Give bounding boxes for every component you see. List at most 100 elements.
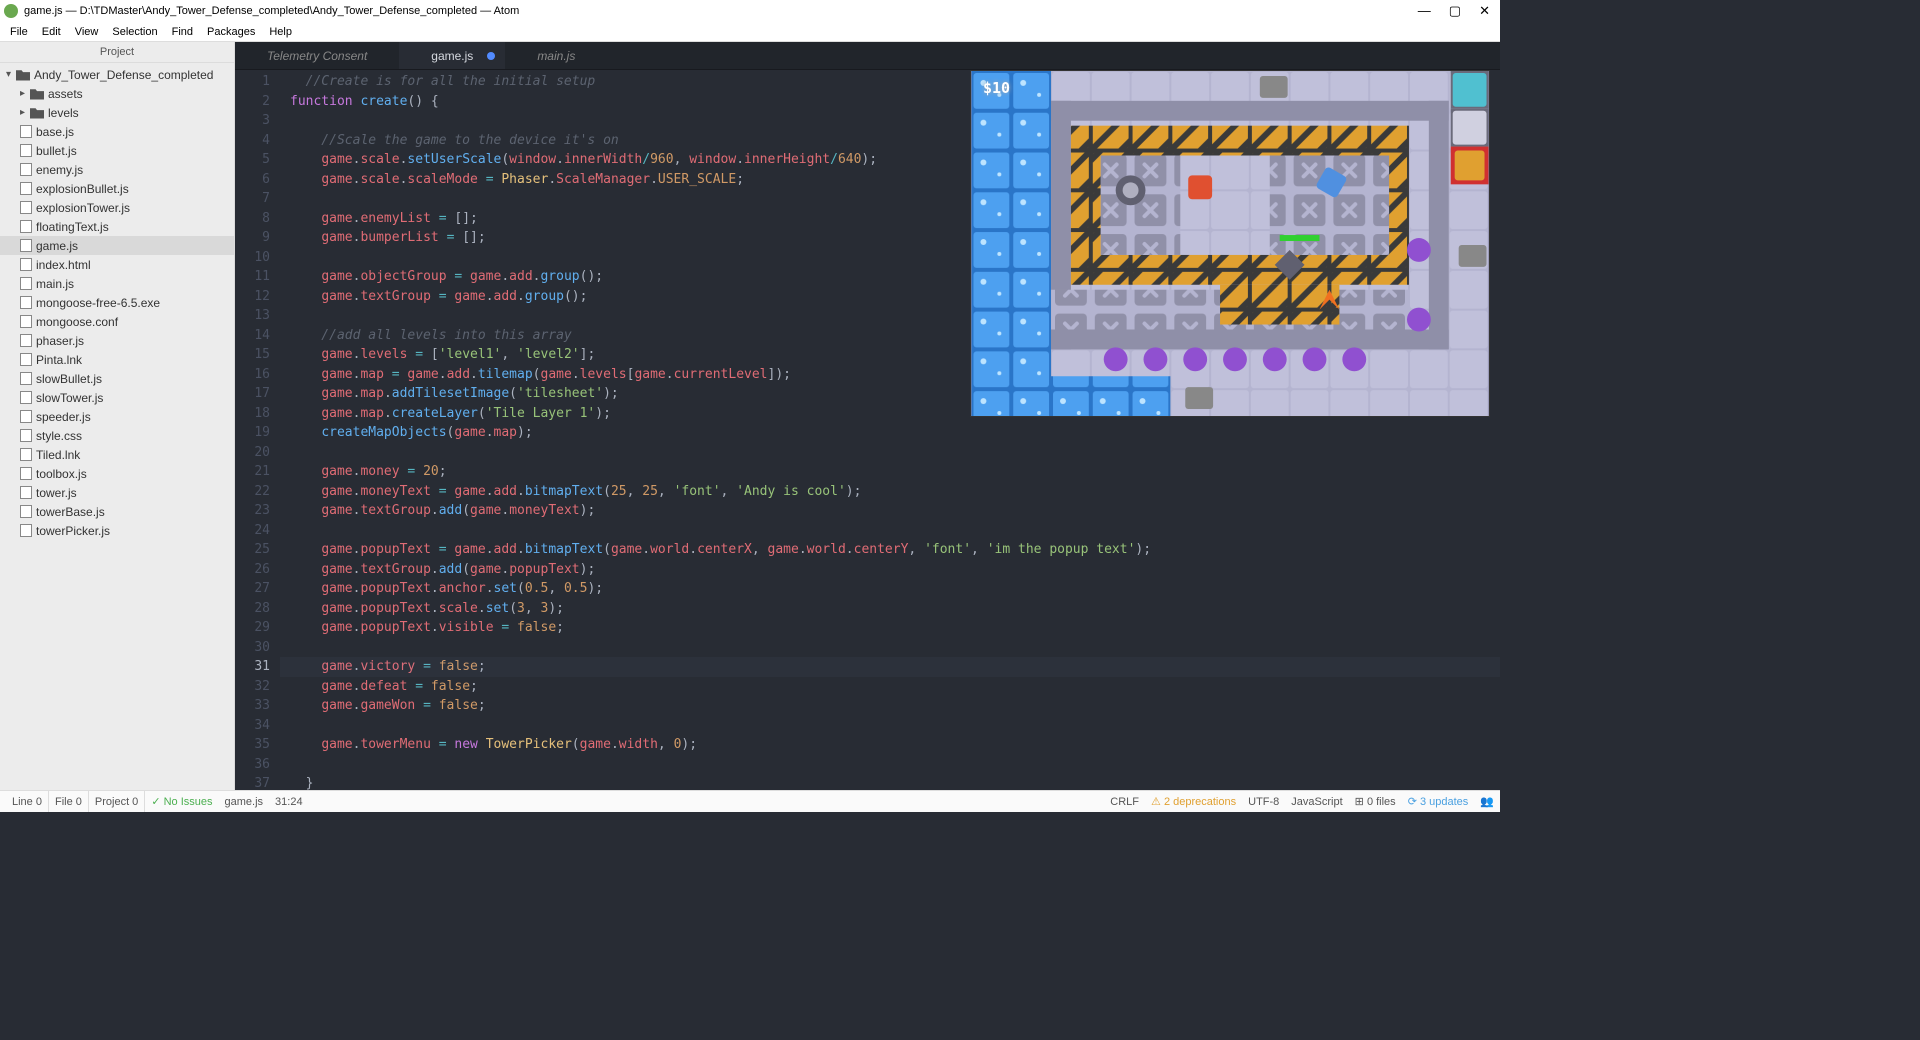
code-line[interactable]: game.gameWon = false;: [290, 696, 1500, 716]
tree-label: slowBullet.js: [36, 372, 102, 386]
file-game-js[interactable]: game.js: [0, 236, 234, 255]
code-line[interactable]: game.popupText.scale.set(3, 3);: [290, 599, 1500, 619]
line-gutter: 1234567891011121314151617181920212223242…: [235, 70, 280, 790]
code-line[interactable]: [290, 521, 1500, 541]
file-towerpicker-js[interactable]: towerPicker.js: [0, 521, 234, 540]
file-tower-js[interactable]: tower.js: [0, 483, 234, 502]
project-sidebar[interactable]: Project ▾Andy_Tower_Defense_completed▸as…: [0, 42, 235, 790]
file-bullet-js[interactable]: bullet.js: [0, 141, 234, 160]
status-deprecations[interactable]: ⚠ 2 deprecations: [1151, 795, 1236, 808]
folder-icon: [16, 69, 30, 81]
code-line[interactable]: [290, 755, 1500, 775]
code-line[interactable]: [290, 716, 1500, 736]
file-icon: [20, 467, 32, 480]
folder-levels[interactable]: ▸levels: [0, 103, 234, 122]
code-line[interactable]: game.towerMenu = new TowerPicker(game.wi…: [290, 735, 1500, 755]
tree-label: mongoose.conf: [36, 315, 118, 329]
file-icon: [20, 391, 32, 404]
app-icon: [4, 4, 18, 18]
file-style-css[interactable]: style.css: [0, 426, 234, 445]
editor-body[interactable]: 1234567891011121314151617181920212223242…: [235, 70, 1500, 790]
tree-label: slowTower.js: [36, 391, 103, 405]
status-eol[interactable]: CRLF: [1110, 796, 1139, 808]
tree-label: Tiled.lnk: [36, 448, 80, 462]
menu-edit[interactable]: Edit: [36, 24, 67, 40]
code-line[interactable]: [290, 443, 1500, 463]
file-icon: [20, 144, 32, 157]
menu-help[interactable]: Help: [263, 24, 298, 40]
status-issues[interactable]: ✓ No Issues: [145, 791, 218, 812]
code-line[interactable]: game.popupText.anchor.set(0.5, 0.5);: [290, 579, 1500, 599]
tree-label: Pinta.lnk: [36, 353, 82, 367]
file-main-js[interactable]: main.js: [0, 274, 234, 293]
file-slowbullet-js[interactable]: slowBullet.js: [0, 369, 234, 388]
code-line[interactable]: game.defeat = false;: [290, 677, 1500, 697]
chevron-icon: ▸: [20, 88, 30, 99]
tree-label: towerPicker.js: [36, 524, 110, 538]
tree-label: speeder.js: [36, 410, 91, 424]
tree-label: enemy.js: [36, 163, 83, 177]
status-updates[interactable]: ⟳ 3 updates: [1408, 795, 1469, 808]
status-file[interactable]: File 0: [49, 791, 89, 812]
file-enemy-js[interactable]: enemy.js: [0, 160, 234, 179]
status-project[interactable]: Project 0: [89, 791, 145, 812]
menu-view[interactable]: View: [69, 24, 105, 40]
folder-assets[interactable]: ▸assets: [0, 84, 234, 103]
code-line[interactable]: game.popupText = game.add.bitmapText(gam…: [290, 540, 1500, 560]
file-slowtower-js[interactable]: slowTower.js: [0, 388, 234, 407]
status-language[interactable]: JavaScript: [1291, 796, 1342, 808]
menu-find[interactable]: Find: [166, 24, 199, 40]
file-towerbase-js[interactable]: towerBase.js: [0, 502, 234, 521]
maximize-button[interactable]: ▢: [1449, 3, 1461, 19]
menu-file[interactable]: File: [4, 24, 34, 40]
file-toolbox-js[interactable]: toolbox.js: [0, 464, 234, 483]
status-filename[interactable]: game.js: [219, 791, 270, 812]
code-line[interactable]: game.money = 20;: [290, 462, 1500, 482]
chevron-icon: ▸: [20, 107, 30, 118]
file-icon: [20, 239, 32, 252]
code-line[interactable]: game.popupText.visible = false;: [290, 618, 1500, 638]
file-explosionbullet-js[interactable]: explosionBullet.js: [0, 179, 234, 198]
editor-region: Telemetry Consentgame.jsmain.js 12345678…: [235, 42, 1500, 790]
close-button[interactable]: ✕: [1479, 3, 1490, 19]
file-base-js[interactable]: base.js: [0, 122, 234, 141]
menu-selection[interactable]: Selection: [106, 24, 163, 40]
code-line[interactable]: [290, 638, 1500, 658]
status-encoding[interactable]: UTF-8: [1248, 796, 1279, 808]
file-explosiontower-js[interactable]: explosionTower.js: [0, 198, 234, 217]
code-line[interactable]: game.textGroup.add(game.moneyText);: [290, 501, 1500, 521]
file-icon: [20, 277, 32, 290]
status-cursor[interactable]: 31:24: [269, 791, 309, 812]
status-git-files[interactable]: ⊞ 0 files: [1355, 795, 1396, 808]
file-phaser-js[interactable]: phaser.js: [0, 331, 234, 350]
file-icon: [20, 182, 32, 195]
tab-game-js[interactable]: game.js: [399, 42, 505, 69]
menu-packages[interactable]: Packages: [201, 24, 261, 40]
file-floatingtext-js[interactable]: floatingText.js: [0, 217, 234, 236]
menu-bar: FileEditViewSelectionFindPackagesHelp: [0, 22, 1500, 42]
tree-label: index.html: [36, 258, 91, 272]
file-tiled-lnk[interactable]: Tiled.lnk: [0, 445, 234, 464]
code-line[interactable]: }: [290, 774, 1500, 790]
file-icon: [20, 429, 32, 442]
minimize-button[interactable]: —: [1418, 3, 1431, 19]
tab-main-js[interactable]: main.js: [505, 42, 607, 69]
code-line[interactable]: game.moneyText = game.add.bitmapText(25,…: [290, 482, 1500, 502]
file-speeder-js[interactable]: speeder.js: [0, 407, 234, 426]
folder-andy-tower-defense-completed[interactable]: ▾Andy_Tower_Defense_completed: [0, 65, 234, 84]
file-mongoose-conf[interactable]: mongoose.conf: [0, 312, 234, 331]
file-index-html[interactable]: index.html: [0, 255, 234, 274]
status-line[interactable]: Line 0: [6, 791, 49, 812]
tree-label: tower.js: [36, 486, 77, 500]
file-icon: [20, 201, 32, 214]
file-icon: [20, 334, 32, 347]
file-pinta-lnk[interactable]: Pinta.lnk: [0, 350, 234, 369]
file-mongoose-free-6-5-exe[interactable]: mongoose-free-6.5.exe: [0, 293, 234, 312]
status-share-icon[interactable]: 👥: [1480, 795, 1494, 808]
money-hud: $10: [983, 79, 1010, 97]
code-line[interactable]: game.textGroup.add(game.popupText);: [290, 560, 1500, 580]
code-line[interactable]: createMapObjects(game.map);: [290, 423, 1500, 443]
tab-telemetry-consent[interactable]: Telemetry Consent: [235, 42, 399, 69]
tree-label: main.js: [36, 277, 74, 291]
tree-label: phaser.js: [36, 334, 84, 348]
